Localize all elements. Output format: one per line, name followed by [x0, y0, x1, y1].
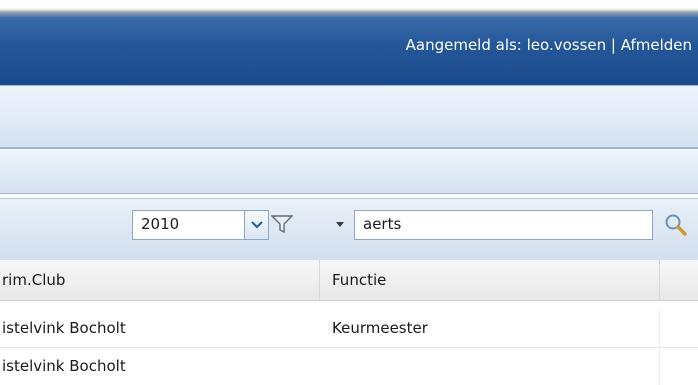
- filter-icon[interactable]: [271, 214, 293, 234]
- search-input[interactable]: aerts: [354, 210, 653, 240]
- cell-club: istelvink Bocholt: [2, 357, 126, 375]
- logout-link[interactable]: Afmelden: [621, 36, 692, 54]
- filter-toolbar: 2010 aerts: [0, 198, 698, 262]
- column-header-club[interactable]: rim.Club: [0, 260, 320, 300]
- chevron-down-icon: [251, 221, 263, 229]
- year-select[interactable]: 2010: [132, 210, 245, 240]
- grid-header: rim.Club Functie: [0, 260, 698, 301]
- top-header-bar: Aangemeld als: leo.vossen | Afmelden: [0, 0, 698, 85]
- cell-club: istelvink Bocholt: [2, 319, 126, 337]
- column-header-functie[interactable]: Functie: [320, 260, 660, 300]
- login-user-text: Aangemeld als: leo.vossen |: [405, 36, 621, 54]
- menu-band: [0, 85, 698, 148]
- submenu-band: [0, 148, 698, 194]
- year-dropdown-button[interactable]: [245, 210, 269, 240]
- cell-functie: [320, 348, 660, 385]
- caret-down-icon[interactable]: [335, 222, 345, 228]
- cell-functie: Keurmeester: [320, 310, 660, 347]
- search-icon[interactable]: [664, 213, 688, 237]
- table-row[interactable]: istelvink Bocholt: [0, 347, 698, 385]
- login-status: Aangemeld als: leo.vossen | Afmelden: [406, 36, 692, 54]
- table-row[interactable]: istelvink Bocholt Keurmeester: [0, 310, 698, 347]
